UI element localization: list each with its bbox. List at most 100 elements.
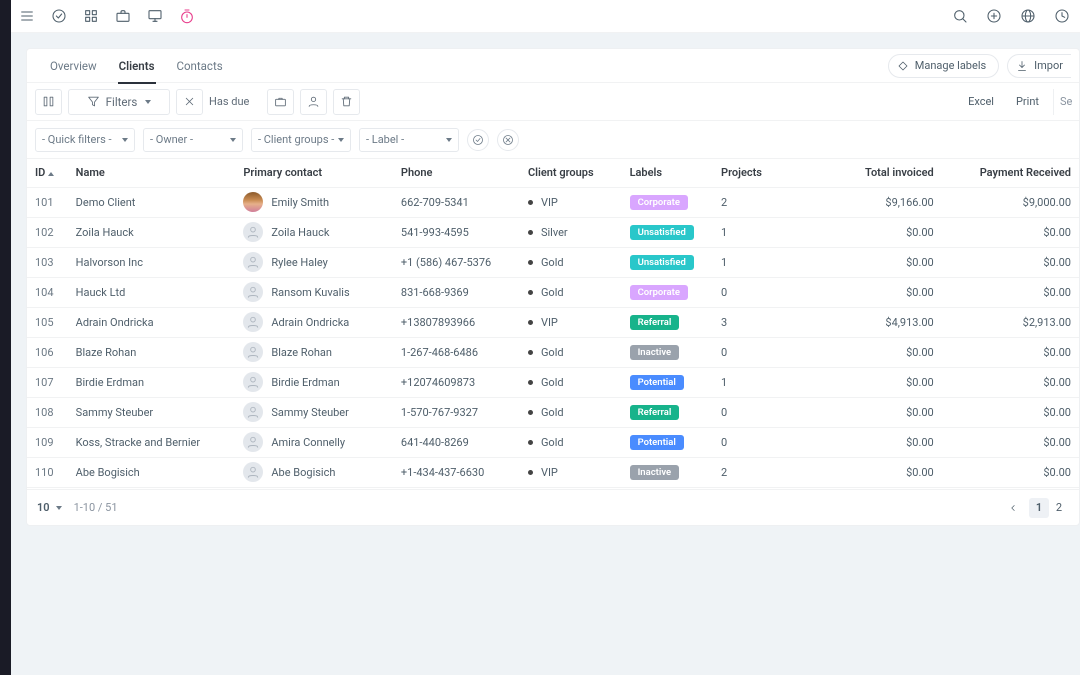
clear-filter-button[interactable] (176, 89, 203, 115)
tabs-row: OverviewClientsContacts Manage labels Im… (27, 49, 1079, 83)
owner-select[interactable]: - Owner - (143, 128, 243, 152)
cell-label: Unsatisfied (622, 247, 713, 277)
col-received[interactable]: Payment Received (942, 159, 1079, 187)
col-name[interactable]: Name (68, 159, 236, 187)
cell-projects: 0 (713, 397, 794, 427)
cell-id: 102 (27, 217, 68, 247)
collapsed-sidebar[interactable] (0, 0, 11, 675)
tab-contacts[interactable]: Contacts (166, 49, 234, 83)
apps-grid-icon[interactable] (83, 8, 99, 24)
cell-received: $0.00 (942, 247, 1079, 277)
has-due-filter[interactable]: Has due (209, 95, 249, 108)
table-row[interactable]: 101Demo ClientEmily Smith662-709-5341VIP… (27, 187, 1079, 217)
col-contact[interactable]: Primary contact (235, 159, 393, 187)
cell-name: Adrain Ondricka (68, 307, 236, 337)
col-phone[interactable]: Phone (393, 159, 520, 187)
cell-contact: Birdie Erdman (235, 367, 393, 397)
clock-icon[interactable] (1054, 8, 1070, 24)
label-chip: Referral (630, 315, 680, 330)
cell-id: 109 (27, 427, 68, 457)
label-chip: Potential (630, 375, 684, 390)
check-circle-icon[interactable] (51, 8, 67, 24)
cell-group: Gold (520, 397, 622, 427)
label-select[interactable]: - Label - (359, 128, 459, 152)
cell-group: Gold (520, 427, 622, 457)
chevron-down-icon (145, 100, 151, 104)
cell-phone: +13807893966 (393, 307, 520, 337)
tab-overview[interactable]: Overview (39, 49, 108, 83)
table-row[interactable]: 104Hauck LtdRansom Kuvalis831-668-9369Go… (27, 277, 1079, 307)
col-projects[interactable]: Projects (713, 159, 794, 187)
cell-projects: 0 (713, 337, 794, 367)
globe-icon[interactable] (1020, 8, 1036, 24)
cell-phone: 641-440-8269 (393, 427, 520, 457)
pager-prev[interactable] (1003, 498, 1023, 518)
cell-contact: Emily Smith (235, 187, 393, 217)
monitor-icon[interactable] (147, 8, 163, 24)
cell-id: 106 (27, 337, 68, 367)
label-chip: Corporate (630, 195, 688, 210)
cell-projects: 1 (713, 217, 794, 247)
cell-received: $0.00 (942, 427, 1079, 457)
columns-button[interactable] (35, 89, 62, 115)
export-excel[interactable]: Excel (960, 95, 1002, 108)
apply-filter-icon[interactable] (467, 129, 489, 151)
table-row[interactable]: 103Halvorson IncRylee Haley+1 (586) 467-… (27, 247, 1079, 277)
cell-contact: Rylee Haley (235, 247, 393, 277)
reset-filter-icon[interactable] (497, 129, 519, 151)
col-id[interactable]: ID (27, 159, 68, 187)
table-header-row: ID Name Primary contact Phone Client gro… (27, 159, 1079, 187)
stopwatch-icon[interactable] (179, 8, 195, 24)
cell-name: Birdie Erdman (68, 367, 236, 397)
chevron-down-icon (56, 506, 62, 510)
filters-button[interactable]: Filters (68, 89, 170, 115)
table-row[interactable]: 102Zoila HauckZoila Hauck541-993-4595Sil… (27, 217, 1079, 247)
cell-phone: 1-267-468-6486 (393, 337, 520, 367)
table-row[interactable]: 110Abe BogisichAbe Bogisich+1-434-437-66… (27, 457, 1079, 487)
person-filter-button[interactable] (300, 89, 327, 115)
cell-projects: 0 (713, 277, 794, 307)
avatar (243, 372, 263, 392)
content-area: OverviewClientsContacts Manage labels Im… (11, 33, 1080, 675)
page-size-value: 10 (37, 501, 50, 514)
print-button[interactable]: Print (1008, 95, 1047, 108)
client-groups-label: - Client groups - (258, 133, 334, 146)
cell-id: 103 (27, 247, 68, 277)
clients-table: ID Name Primary contact Phone Client gro… (27, 159, 1079, 488)
table-row[interactable]: 107Birdie ErdmanBirdie Erdman+1207460987… (27, 367, 1079, 397)
col-invoiced[interactable]: Total invoiced (794, 159, 941, 187)
trash-button[interactable] (333, 89, 360, 115)
menu-icon[interactable] (19, 8, 35, 24)
col-groups[interactable]: Client groups (520, 159, 622, 187)
table-row[interactable]: 108Sammy SteuberSammy Steuber1-570-767-9… (27, 397, 1079, 427)
pager-page-2[interactable]: 2 (1049, 498, 1069, 518)
import-button[interactable]: Impor (1007, 54, 1071, 78)
briefcase-filter-button[interactable] (267, 89, 294, 115)
table-row[interactable]: 106Blaze RohanBlaze Rohan1-267-468-6486G… (27, 337, 1079, 367)
page-size-select[interactable]: 10 (37, 501, 62, 514)
table-row[interactable]: 105Adrain OndrickaAdrain Ondricka+138078… (27, 307, 1079, 337)
app-shell: OverviewClientsContacts Manage labels Im… (11, 0, 1080, 675)
quick-filters-select[interactable]: - Quick filters - (35, 128, 135, 152)
pager-page-1[interactable]: 1 (1029, 498, 1049, 518)
cell-label: Referral (622, 307, 713, 337)
search-icon[interactable] (952, 8, 968, 24)
cell-group: VIP (520, 457, 622, 487)
plus-circle-icon[interactable] (986, 8, 1002, 24)
cell-invoiced: $0.00 (794, 427, 941, 457)
cell-name: Sammy Steuber (68, 397, 236, 427)
col-labels[interactable]: Labels (622, 159, 713, 187)
search-field[interactable]: Se (1053, 89, 1071, 115)
cell-contact: Blaze Rohan (235, 337, 393, 367)
table-row[interactable]: 109Koss, Stracke and BernierAmira Connel… (27, 427, 1079, 457)
avatar (243, 462, 263, 482)
cell-contact: Adrain Ondricka (235, 307, 393, 337)
manage-labels-button[interactable]: Manage labels (888, 54, 999, 78)
cell-id: 101 (27, 187, 68, 217)
cell-group: Gold (520, 337, 622, 367)
tab-clients[interactable]: Clients (108, 49, 166, 83)
briefcase-icon[interactable] (115, 8, 131, 24)
cell-name: Halvorson Inc (68, 247, 236, 277)
client-groups-select[interactable]: - Client groups - (251, 128, 351, 152)
cell-projects: 1 (713, 247, 794, 277)
